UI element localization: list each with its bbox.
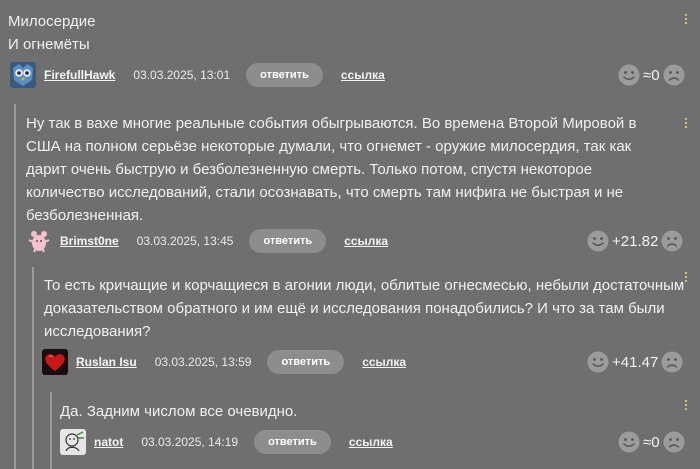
comment: То есть кричащие и корчащиеся в агонии л… xyxy=(0,260,700,388)
comment-meta: Ruslan Isu 03.03.2025, 13:59 ответить сс… xyxy=(42,349,406,375)
comment-link[interactable]: ссылка xyxy=(344,234,388,248)
comment-link[interactable]: ссылка xyxy=(362,355,406,369)
comment-link[interactable]: ссылка xyxy=(341,68,385,82)
comment-rating: +21.82 xyxy=(587,228,683,254)
comment-link[interactable]: ссылка xyxy=(349,435,393,449)
comment-rating: +41.47 xyxy=(587,349,683,375)
reply-button[interactable]: ответить xyxy=(249,229,327,253)
author-name[interactable]: Brimst0ne xyxy=(60,234,119,248)
comment-score: ≈0 xyxy=(643,433,660,451)
comment-meta: FirefullHawk 03.03.2025, 13:01 ответить … xyxy=(10,62,385,88)
comment-menu-icon[interactable] xyxy=(684,272,688,284)
downvote-frown-icon[interactable] xyxy=(661,351,683,373)
comment-text: Да. Задним числом все очевидно. xyxy=(60,403,298,420)
comment-meta: natot 03.03.2025, 14:19 ответить ссылка xyxy=(60,429,393,455)
comment-date: 03.03.2025, 13:45 xyxy=(136,234,234,248)
comment: Милосердие И огнемёты FirefullHawk 03.03… xyxy=(0,0,700,100)
comment-score: +41.47 xyxy=(612,353,659,371)
comment-menu-icon[interactable] xyxy=(684,400,688,412)
comment-text: Милосердие И огнемёты xyxy=(8,13,96,53)
comment-rating: ≈0 xyxy=(618,429,685,455)
comment-date: 03.03.2025, 14:19 xyxy=(141,435,239,449)
comment-text: Ну так в вахе многие реальные события об… xyxy=(26,115,637,224)
pink-creature-avatar-icon[interactable] xyxy=(26,228,52,254)
author-name[interactable]: FirefullHawk xyxy=(44,68,115,82)
comment-score: +21.82 xyxy=(612,232,659,250)
author-name[interactable]: Ruslan Isu xyxy=(76,355,137,369)
comment-text: То есть кричащие и корчащиеся в агонии л… xyxy=(44,277,685,340)
author-name[interactable]: natot xyxy=(94,435,123,449)
upvote-smile-icon[interactable] xyxy=(618,64,640,86)
comment-menu-icon[interactable] xyxy=(684,118,688,130)
downvote-frown-icon[interactable] xyxy=(663,64,685,86)
comment: Ну так в вахе многие реальные события об… xyxy=(0,100,700,260)
comment-rating: ≈0 xyxy=(618,62,685,88)
owl-avatar-icon[interactable] xyxy=(10,62,36,88)
comment-score: ≈0 xyxy=(643,66,660,84)
comment-date: 03.03.2025, 13:59 xyxy=(154,355,252,369)
reply-button[interactable]: ответить xyxy=(267,350,345,374)
reply-button[interactable]: ответить xyxy=(254,430,331,454)
reply-button[interactable]: ответить xyxy=(246,63,323,87)
downvote-frown-icon[interactable] xyxy=(661,230,683,252)
upvote-smile-icon[interactable] xyxy=(587,230,609,252)
downvote-frown-icon[interactable] xyxy=(663,431,685,453)
comment-meta: Brimst0ne 03.03.2025, 13:45 ответить ссы… xyxy=(26,228,388,254)
upvote-smile-icon[interactable] xyxy=(587,351,609,373)
sketch-avatar-icon[interactable] xyxy=(60,429,86,455)
comment-date: 03.03.2025, 13:01 xyxy=(133,68,231,82)
comment: Да. Задним числом все очевидно. natot 03… xyxy=(0,388,700,469)
comment-menu-icon[interactable] xyxy=(684,14,688,26)
upvote-smile-icon[interactable] xyxy=(618,431,640,453)
red-heart-avatar-icon[interactable] xyxy=(42,349,68,375)
